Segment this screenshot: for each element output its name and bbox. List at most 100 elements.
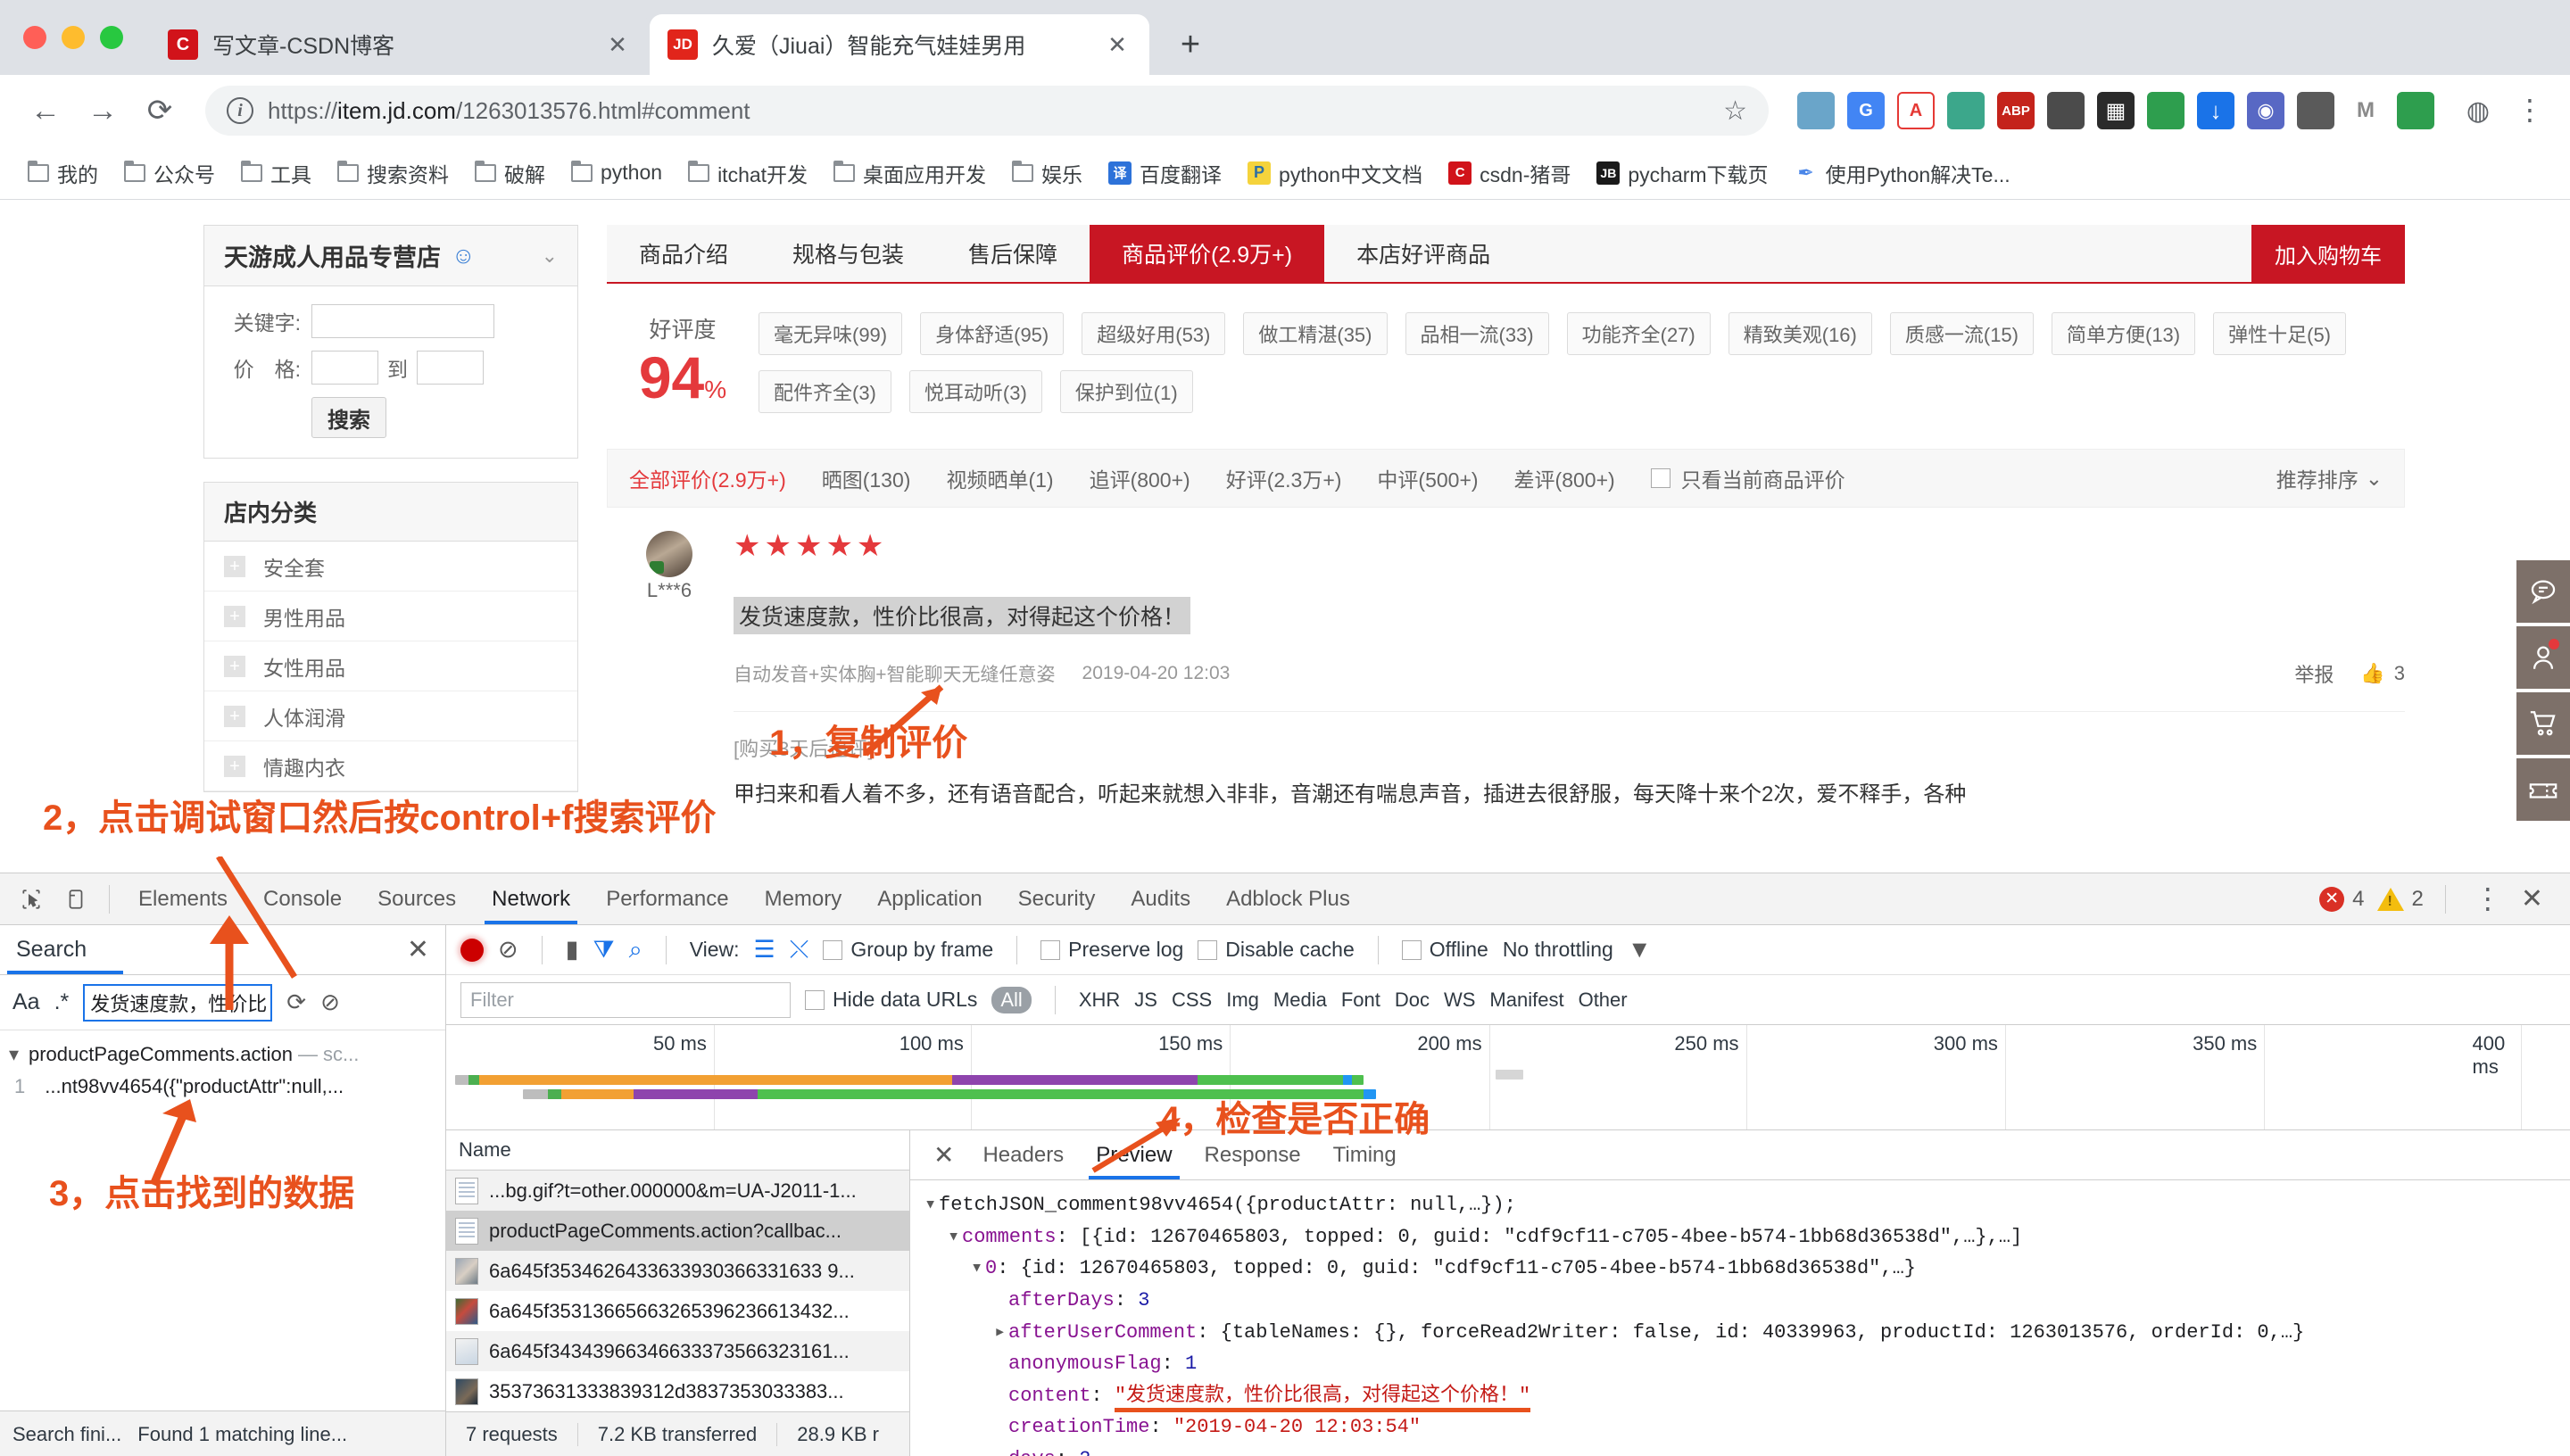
json-line-2[interactable]: ▾0: {id: 12670465803, topped: 0, guid: "…: [924, 1253, 2556, 1285]
detail-close-icon[interactable]: ✕: [923, 1140, 965, 1170]
devtools-tab-console[interactable]: Console: [247, 874, 358, 924]
table-row[interactable]: 6a645f3534626433633930366331633 9...: [446, 1251, 909, 1291]
bookmark-item-10[interactable]: Ppython中文文档: [1238, 153, 1432, 194]
tab-reviews[interactable]: 商品评价(2.9万+): [1090, 225, 1324, 282]
match-case-icon[interactable]: Aa: [12, 989, 40, 1015]
filter-with-photos[interactable]: 晒图(130): [822, 463, 911, 493]
resource-type-font[interactable]: Font: [1341, 989, 1380, 1012]
json-line-1[interactable]: ▾comments: [{id: 12670465803, topped: 0,…: [924, 1221, 2556, 1253]
ext-dark-reader-icon[interactable]: [2047, 92, 2085, 129]
plus-icon[interactable]: +: [224, 556, 245, 577]
ext-screenshot-icon[interactable]: ◉: [2247, 92, 2284, 129]
resource-type-other[interactable]: Other: [1579, 989, 1628, 1012]
network-overview-timeline[interactable]: 50 ms 100 ms 150 ms 200 ms 250 ms 300 ms…: [446, 1025, 2570, 1130]
checkbox-icon[interactable]: [1040, 940, 1060, 960]
devtools-tab-application[interactable]: Application: [861, 874, 998, 924]
search-result-file[interactable]: ▾ productPageComments.action — sc...: [9, 1043, 436, 1066]
devtools-close-icon[interactable]: ✕: [2521, 883, 2543, 914]
resource-type-manifest[interactable]: Manifest: [1489, 989, 1563, 1012]
error-badge[interactable]: ✕ 4: [2319, 887, 2364, 912]
search-result-line[interactable]: 1 ...nt98vv4654({"productAttr":null,...: [9, 1075, 436, 1098]
search-input[interactable]: 发货速度款，性价比: [83, 984, 272, 1022]
review-tag-0[interactable]: 毫无异味(99): [759, 312, 902, 355]
cart-icon[interactable]: [2516, 692, 2570, 755]
preserve-log-checkbox[interactable]: Preserve log: [1040, 938, 1183, 962]
network-filter-input[interactable]: Filter: [460, 982, 791, 1018]
back-icon[interactable]: ←: [20, 85, 71, 136]
screenshot-icon[interactable]: ▮: [566, 936, 579, 964]
warning-badge[interactable]: 2: [2377, 887, 2424, 912]
tab-after-sales[interactable]: 售后保障: [936, 225, 1090, 282]
avatar[interactable]: ◍: [2452, 85, 2504, 136]
ext-water-drop-icon[interactable]: [1797, 92, 1835, 129]
devtools-tab-adblock-plus[interactable]: Adblock Plus: [1210, 874, 1366, 924]
bookmark-item-5[interactable]: python: [561, 155, 672, 190]
triangle-right-icon[interactable]: ▸: [994, 1317, 1008, 1349]
plus-icon[interactable]: +: [224, 756, 245, 777]
browser-tab-1-close-icon[interactable]: ✕: [603, 30, 632, 59]
tab-product-intro[interactable]: 商品介绍: [607, 225, 760, 282]
json-line-4[interactable]: ▸afterUserComment: {tableNames: {}, forc…: [924, 1317, 2556, 1349]
filter-negative[interactable]: 差评(800+): [1514, 463, 1615, 493]
address-bar[interactable]: i https://item.jd.com/1263013576.html#co…: [205, 86, 1769, 136]
triangle-down-icon[interactable]: ▾: [971, 1253, 985, 1285]
review-tag-6[interactable]: 精致美观(16): [1729, 312, 1872, 355]
minimize-window-button[interactable]: [62, 26, 85, 49]
report-button[interactable]: 举报: [2294, 659, 2334, 688]
browser-tab-2[interactable]: JD 久爱（Jiuai）智能充气娃娃男用 ✕: [650, 14, 1149, 75]
search-clear-icon[interactable]: ⊘: [320, 989, 340, 1016]
reload-icon[interactable]: ⟳: [134, 85, 186, 136]
request-list-header[interactable]: Name: [446, 1130, 909, 1171]
plus-icon[interactable]: +: [224, 706, 245, 727]
chat-icon[interactable]: [2516, 560, 2570, 623]
ext-markdown-icon[interactable]: M: [2347, 92, 2384, 129]
json-line-6[interactable]: content: "发货速度款，性价比很高，对得起这个价格！": [924, 1380, 2556, 1412]
resource-type-img[interactable]: Img: [1226, 989, 1259, 1012]
category-item-3[interactable]: +人体润滑: [204, 691, 577, 741]
category-item-0[interactable]: +安全套: [204, 542, 577, 592]
ext-downloader-icon[interactable]: ↓: [2197, 92, 2234, 129]
checkbox-icon[interactable]: [1402, 940, 1422, 960]
ext-tampermonkey-icon[interactable]: [2297, 92, 2334, 129]
category-item-1[interactable]: +男性用品: [204, 592, 577, 641]
table-row[interactable]: ...bg.gif?t=other.000000&m=UA-J2011-1...: [446, 1171, 909, 1211]
bookmark-item-7[interactable]: 桌面应用开发: [824, 153, 996, 194]
resource-type-doc[interactable]: Doc: [1395, 989, 1430, 1012]
json-preview[interactable]: ▾fetchJSON_comment98vv4654({productAttr:…: [910, 1180, 2570, 1456]
throttling-value[interactable]: No throttling: [1503, 938, 1613, 962]
bookmark-item-6[interactable]: itchat开发: [678, 153, 817, 194]
bookmark-item-13[interactable]: ✒使用Python解决Te...: [1785, 153, 2020, 194]
hide-data-urls-checkbox[interactable]: Hide data URLs: [805, 988, 977, 1012]
group-by-frame-checkbox[interactable]: Group by frame: [823, 938, 993, 962]
coupon-icon[interactable]: [2516, 758, 2570, 821]
review-tag-5[interactable]: 功能齐全(27): [1567, 312, 1711, 355]
filter-positive[interactable]: 好评(2.3万+): [1226, 463, 1342, 493]
plus-icon[interactable]: +: [224, 656, 245, 677]
json-line-5[interactable]: anonymousFlag: 1: [924, 1348, 2556, 1380]
chevron-down-icon[interactable]: ▼: [1628, 936, 1652, 964]
json-line-0[interactable]: ▾fetchJSON_comment98vv4654({productAttr:…: [924, 1189, 2556, 1221]
review-tag-10[interactable]: 配件齐全(3): [759, 370, 891, 413]
detail-tab-timing[interactable]: Timing: [1319, 1131, 1411, 1179]
tab-spec-package[interactable]: 规格与包装: [760, 225, 936, 282]
bookmark-item-3[interactable]: 搜索资料: [327, 153, 459, 194]
new-tab-button[interactable]: +: [1165, 20, 1215, 70]
bookmark-item-1[interactable]: 公众号: [114, 153, 225, 194]
tab-shop-top-rated[interactable]: 本店好评商品: [1324, 225, 1522, 282]
add-to-cart-button[interactable]: 加入购物车: [2251, 225, 2405, 282]
devtools-tab-audits[interactable]: Audits: [1115, 874, 1206, 924]
ext-qrcode-icon[interactable]: ▦: [2097, 92, 2135, 129]
shop-header[interactable]: 天游成人用品专营店 ☺ ⌄: [204, 226, 577, 286]
inspect-cursor-icon[interactable]: [11, 879, 52, 920]
ext-grammarly-icon[interactable]: [2397, 92, 2434, 129]
keyword-input[interactable]: [311, 304, 494, 338]
checkbox-icon[interactable]: [1198, 940, 1217, 960]
list-view-icon[interactable]: ☰: [754, 936, 775, 964]
category-item-4[interactable]: +情趣内衣: [204, 741, 577, 791]
devtools-tab-network[interactable]: Network: [476, 874, 586, 924]
resource-type-js[interactable]: JS: [1134, 989, 1157, 1012]
json-line-7[interactable]: creationTime: "2019-04-20 12:03:54": [924, 1411, 2556, 1444]
resource-type-all[interactable]: All: [991, 987, 1031, 1013]
review-tag-1[interactable]: 身体舒适(95): [920, 312, 1064, 355]
review-tag-9[interactable]: 弹性十足(5): [2213, 312, 2346, 355]
